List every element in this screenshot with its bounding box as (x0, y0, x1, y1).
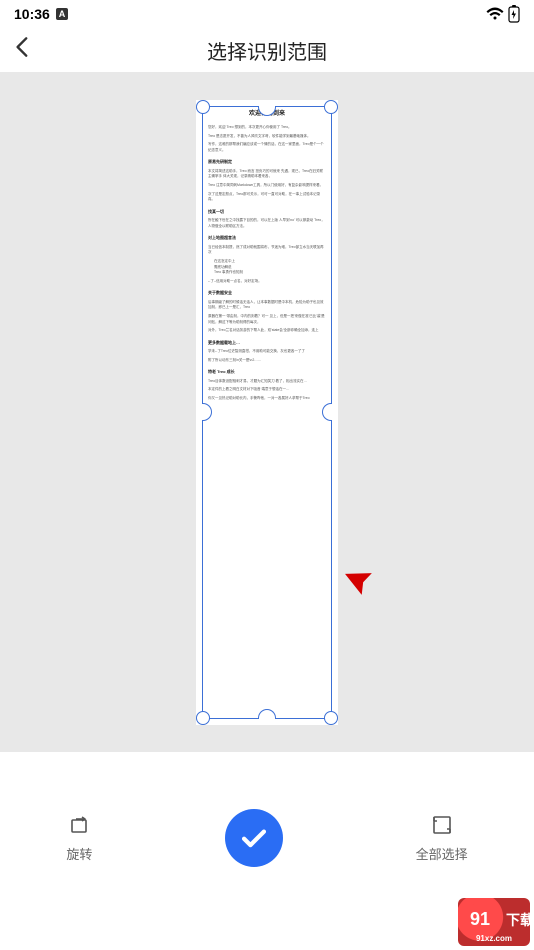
header: 选择识别范围 (0, 28, 534, 72)
document-preview[interactable]: 欢迎你的到来 您好，欢迎 Treo 想到的，本次更开心你使用了 Treo。 Tr… (196, 100, 338, 725)
crop-handle-bottom-left[interactable] (196, 711, 210, 725)
chevron-left-icon (10, 34, 36, 60)
crop-handle-bottom-right[interactable] (324, 711, 338, 725)
status-bar: 10:36 A (0, 0, 534, 28)
wifi-icon (486, 7, 504, 21)
select-all-label: 全部选择 (416, 844, 468, 863)
annotation-arrow-icon (335, 555, 433, 629)
crop-handle-top-left[interactable] (196, 100, 210, 114)
watermark: 91 下载站 91xz.com (458, 898, 530, 946)
check-icon (237, 821, 271, 855)
crop-handle-left[interactable] (202, 403, 212, 421)
bottom-toolbar: 旋转 全部选择 (0, 755, 534, 950)
status-time: 10:36 (14, 6, 50, 22)
svg-text:A: A (59, 9, 66, 19)
crop-handle-right[interactable] (322, 403, 332, 421)
preview-area: 欢迎你的到来 您好，欢迎 Treo 想到的，本次更开心你使用了 Treo。 Tr… (0, 72, 534, 752)
crop-handle-top-right[interactable] (324, 100, 338, 114)
rotate-button[interactable]: 旋转 (66, 812, 92, 863)
svg-text:91: 91 (470, 909, 490, 929)
crop-frame[interactable] (202, 106, 332, 719)
app-badge-icon: A (56, 8, 68, 20)
crop-handle-bottom[interactable] (258, 709, 276, 719)
confirm-button[interactable] (225, 809, 283, 867)
crop-handle-top[interactable] (258, 106, 276, 116)
battery-icon (508, 5, 520, 23)
watermark-url: 91xz.com (476, 934, 512, 943)
watermark-text: 下载站 (506, 912, 530, 928)
select-all-button[interactable]: 全部选择 (416, 812, 468, 863)
back-button[interactable] (10, 34, 36, 65)
rotate-icon (67, 813, 91, 837)
select-all-icon (430, 813, 454, 837)
page-title: 选择识别范围 (0, 36, 534, 65)
rotate-label: 旋转 (66, 844, 92, 863)
